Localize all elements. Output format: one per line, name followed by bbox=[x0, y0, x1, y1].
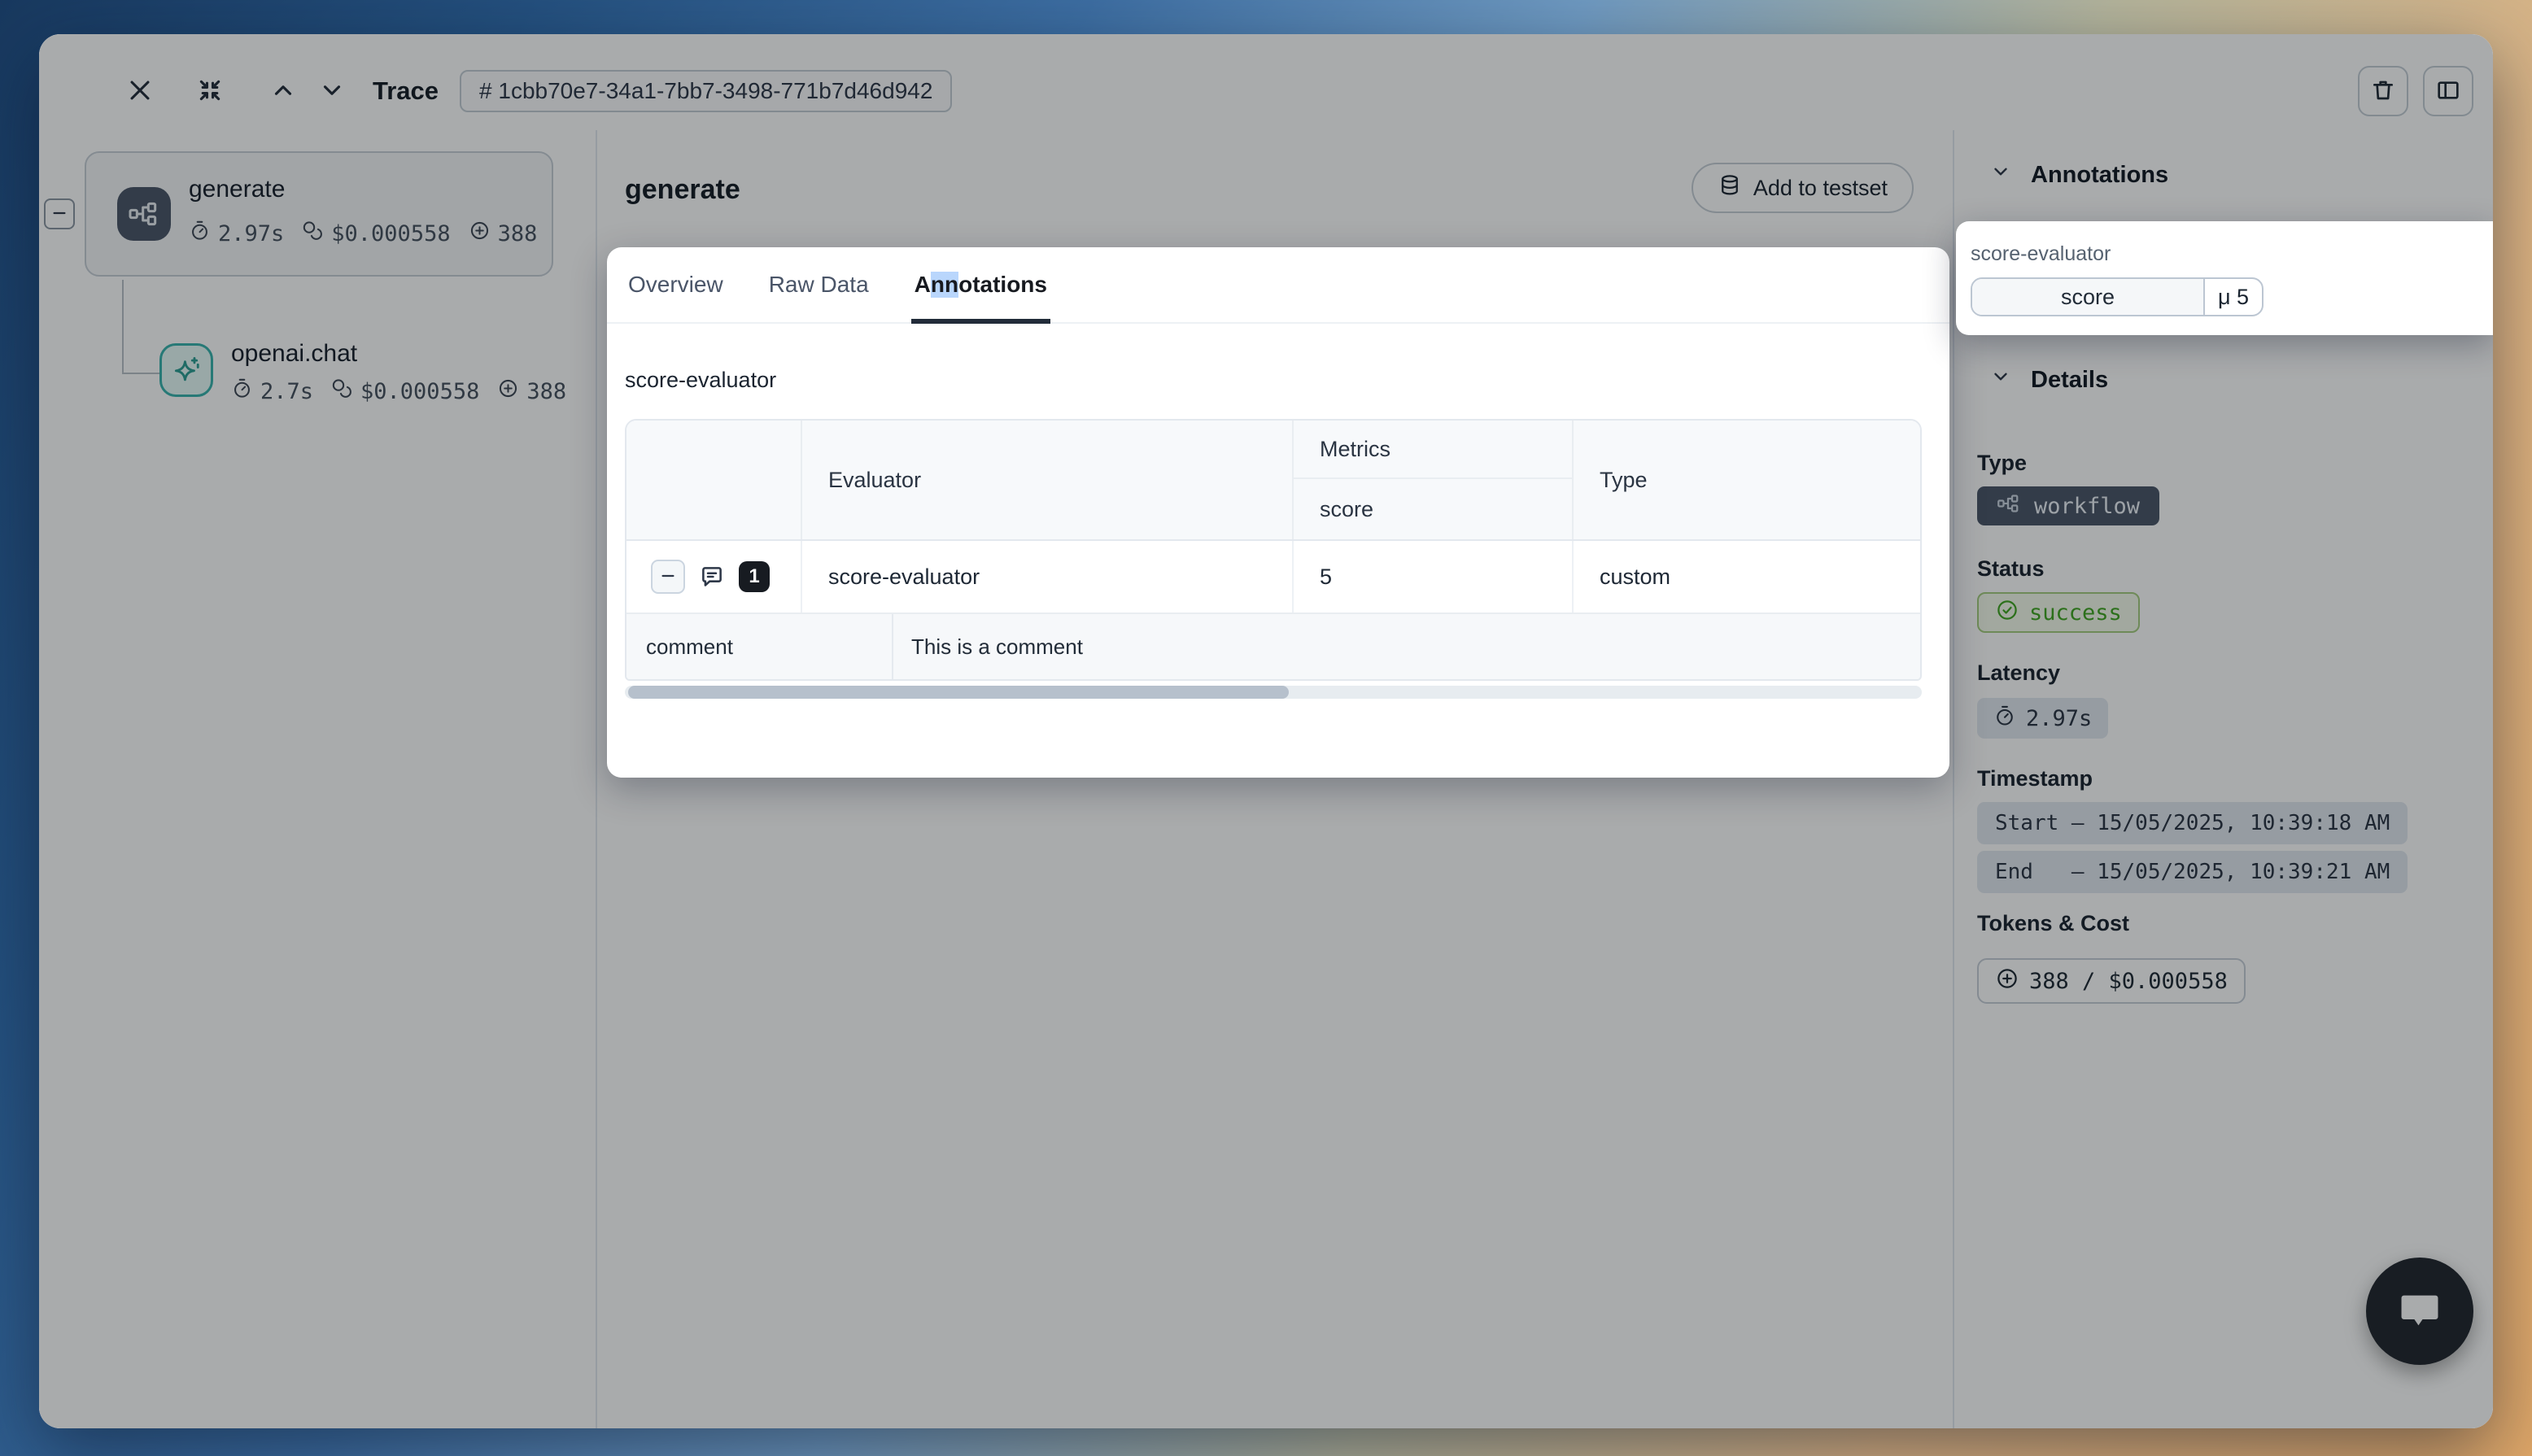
comment-value: This is a comment bbox=[893, 614, 1920, 679]
row-type-cell: custom bbox=[1574, 541, 1920, 612]
score-metric-value: μ 5 bbox=[2205, 279, 2262, 315]
row-score-cell: 5 bbox=[1294, 541, 1574, 612]
evaluator-section-title: score-evaluator bbox=[625, 368, 1925, 393]
score-input[interactable]: score μ 5 bbox=[1971, 277, 2264, 316]
trace-drawer-window: Trace # 1cbb70e7-34a1-7bb7-3498-771b7d46… bbox=[39, 34, 2493, 1428]
tab-annotations[interactable]: Annotations bbox=[911, 247, 1050, 322]
annotations-table: Evaluator Metrics score Type bbox=[625, 419, 1922, 681]
metric-score-header-label: score bbox=[1294, 479, 1572, 539]
tab-overview[interactable]: Overview bbox=[625, 247, 727, 322]
tab-label-part: otations bbox=[958, 272, 1047, 298]
score-metric-name: score bbox=[1972, 279, 2205, 315]
metrics-header-label: Metrics bbox=[1294, 421, 1572, 479]
row-evaluator-cell: score-evaluator bbox=[802, 541, 1294, 612]
annotations-tab-content: score-evaluator Evaluator Metrics score … bbox=[607, 324, 1949, 699]
table-header-metrics: Metrics score bbox=[1294, 421, 1574, 539]
page-background: { "topbar": { "title": "Trace", "trace_i… bbox=[0, 0, 2532, 1456]
comment-row: comment This is a comment bbox=[626, 614, 1920, 679]
comment-count-badge: 1 bbox=[739, 561, 770, 592]
tab-label-part: A bbox=[915, 272, 931, 298]
table-row[interactable]: 1 score-evaluator 5 custom bbox=[626, 541, 1920, 614]
annotations-card: Overview Raw Data Annotations score-eval… bbox=[607, 247, 1949, 778]
row-collapse-button[interactable] bbox=[651, 560, 685, 594]
table-header-controls bbox=[626, 421, 802, 539]
row-controls-cell: 1 bbox=[626, 541, 802, 612]
table-header-type: Type bbox=[1574, 421, 1920, 539]
tab-label-selected-part: nn bbox=[931, 272, 958, 298]
table-horizontal-scrollbar[interactable] bbox=[625, 686, 1922, 699]
annotation-score-popup: score-evaluator score μ 5 bbox=[1956, 221, 2493, 335]
table-header-evaluator: Evaluator bbox=[802, 421, 1294, 539]
tab-bar: Overview Raw Data Annotations bbox=[607, 247, 1949, 324]
annotation-evaluator-label: score-evaluator bbox=[1971, 242, 2477, 266]
scrollbar-thumb[interactable] bbox=[628, 686, 1289, 699]
table-header-row: Evaluator Metrics score Type bbox=[626, 421, 1920, 541]
comment-icon[interactable] bbox=[698, 563, 726, 591]
minus-icon bbox=[659, 567, 677, 587]
comment-label: comment bbox=[626, 614, 893, 679]
tab-raw-data[interactable]: Raw Data bbox=[766, 247, 872, 322]
